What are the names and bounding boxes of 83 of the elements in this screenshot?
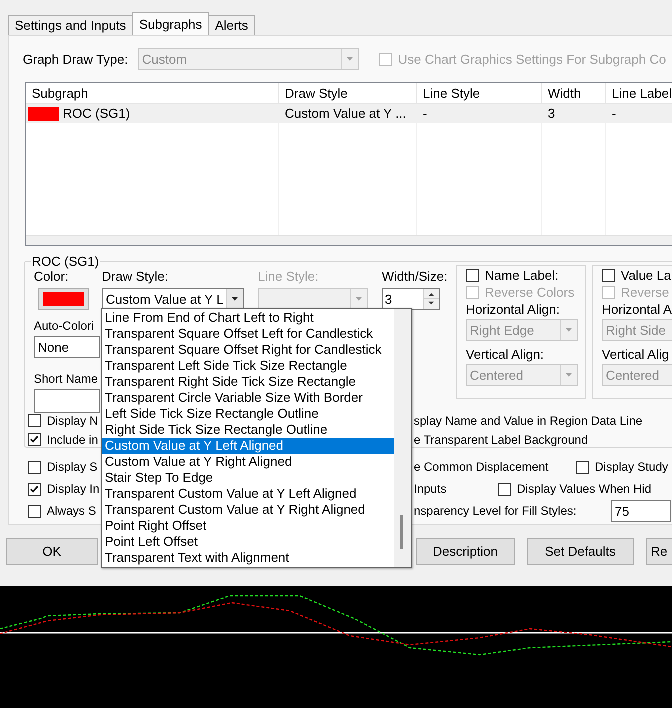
tab[interactable]: Settings and Inputs <box>8 15 134 35</box>
option-label: Display Values When Hid <box>517 482 652 496</box>
dialog-button[interactable]: Set Defaults <box>527 538 634 565</box>
option-label: splay Name and Value in Region Data Line <box>414 414 643 428</box>
dialog-button[interactable]: Re <box>646 538 672 565</box>
width-label: Width/Size: <box>382 269 449 284</box>
draw-style-label: Draw Style: <box>102 269 170 284</box>
color-button[interactable] <box>38 288 89 310</box>
column-header[interactable]: Draw Style <box>279 83 417 103</box>
label-text: Name Label: <box>485 268 559 283</box>
checkbox[interactable] <box>28 460 41 474</box>
color-label: Color: <box>34 269 70 284</box>
list-item[interactable]: Right Side Tick Size Rectangle Outline <box>102 422 394 438</box>
option-label: Include in <box>47 432 98 446</box>
table-row[interactable]: ROC (SG1) Custom Value at Y ... - 3 - <box>26 104 672 123</box>
label-text: Vertical Alig <box>602 347 670 362</box>
checkbox[interactable] <box>466 269 479 282</box>
label-text: Horizontal Align: <box>466 302 561 317</box>
tab[interactable]: Subgraphs <box>132 12 210 35</box>
checkbox[interactable] <box>602 286 615 299</box>
checkbox[interactable] <box>28 504 41 518</box>
dialog-button[interactable]: OK <box>6 538 98 565</box>
short-name-field[interactable] <box>34 389 100 413</box>
option-label: Use Chart Graphics Settings For Subgraph Co <box>398 52 666 66</box>
table-cell: 3 <box>548 106 556 121</box>
option-label: Display Study <box>595 460 668 474</box>
graph-draw-type-label: Graph Draw Type: <box>23 52 128 66</box>
line-style-dropdown[interactable] <box>258 288 368 310</box>
draw-style-dropdown[interactable]: Custom Value at Y L <box>102 288 244 310</box>
list-item[interactable]: Transparent Square Offset Left for Candlestick <box>102 326 394 342</box>
label-text: Reverse Colors <box>485 285 575 300</box>
option-label: Inputs <box>414 482 447 496</box>
vertical-scrollbar[interactable] <box>394 309 411 567</box>
option-label: e Common Displacement <box>414 460 549 474</box>
option-label: nsparency Level for Fill Styles: <box>414 504 577 518</box>
auto-coloring-label: Auto-Colori <box>34 319 96 333</box>
list-item[interactable]: Point Left Offset <box>102 534 394 550</box>
column-header[interactable]: Line Label <box>606 83 672 103</box>
checkbox[interactable] <box>28 482 41 496</box>
column-header[interactable]: Subgraph <box>26 83 279 103</box>
table-cell: Custom Value at Y ... <box>285 106 406 121</box>
column-header[interactable]: Width <box>542 83 606 103</box>
label-text: Horizontal A <box>602 302 672 317</box>
checkbox[interactable] <box>602 269 615 282</box>
option-label: Display S <box>47 460 98 474</box>
checkbox[interactable] <box>498 482 511 496</box>
list-item[interactable]: Transparent Left Side Tick Size Rectangle <box>102 358 394 374</box>
line-style-label: Line Style: <box>258 269 320 284</box>
option-label: Display In <box>47 482 100 496</box>
short-name-label: Short Name <box>34 372 100 386</box>
list-item[interactable]: Transparent Right Side Tick Size Rectangle <box>102 374 394 390</box>
checkbox[interactable] <box>28 433 41 446</box>
list-item[interactable]: Transparent Square Offset Right for Candlestick <box>102 342 394 358</box>
checkbox[interactable] <box>466 286 479 299</box>
dialog-button[interactable]: Description <box>416 538 515 565</box>
list-item[interactable]: Transparent Text with Alignment <box>102 550 394 566</box>
list-item[interactable]: Transparent Custom Value at Y Right Aligned <box>102 502 394 518</box>
auto-coloring-dropdown[interactable]: None <box>34 336 100 358</box>
list-item[interactable]: Custom Value at Y Right Aligned <box>102 454 394 470</box>
transparency-field[interactable]: 75 <box>611 500 671 522</box>
list-item[interactable]: Line From End of Chart Left to Right <box>102 310 394 326</box>
horizontal-scrollbar[interactable] <box>26 235 672 245</box>
group-title: ROC (SG1) <box>31 254 100 269</box>
option-label: e Transparent Label Background <box>414 432 588 446</box>
label-text: Value La <box>621 268 672 283</box>
checkbox[interactable] <box>28 414 41 427</box>
tab[interactable]: Alerts <box>208 15 256 35</box>
list-item[interactable]: Transparent Circle Variable Size With Border <box>102 390 394 406</box>
list-item[interactable]: Custom Value at Y Left Aligned <box>102 438 394 454</box>
list-item[interactable]: Left Side Tick Size Rectangle Outline <box>102 406 394 422</box>
table-cell: - <box>423 106 428 121</box>
checkbox[interactable] <box>576 460 589 474</box>
option-label: Always S <box>47 504 96 518</box>
table-cell: - <box>612 106 616 121</box>
list-item[interactable]: Stair Step To Edge <box>102 470 394 486</box>
list-item[interactable]: Point Right Offset <box>102 518 394 534</box>
label-text: Reverse <box>621 285 670 300</box>
table-cell: ROC (SG1) <box>63 106 130 121</box>
list-item[interactable]: Transparent Custom Value at Y Left Aligned <box>102 486 394 502</box>
option-label: Display N <box>47 414 98 428</box>
label-text: Vertical Align: <box>466 347 546 362</box>
column-header[interactable]: Line Style <box>417 83 542 103</box>
width-spinner[interactable]: 3 <box>382 288 440 310</box>
